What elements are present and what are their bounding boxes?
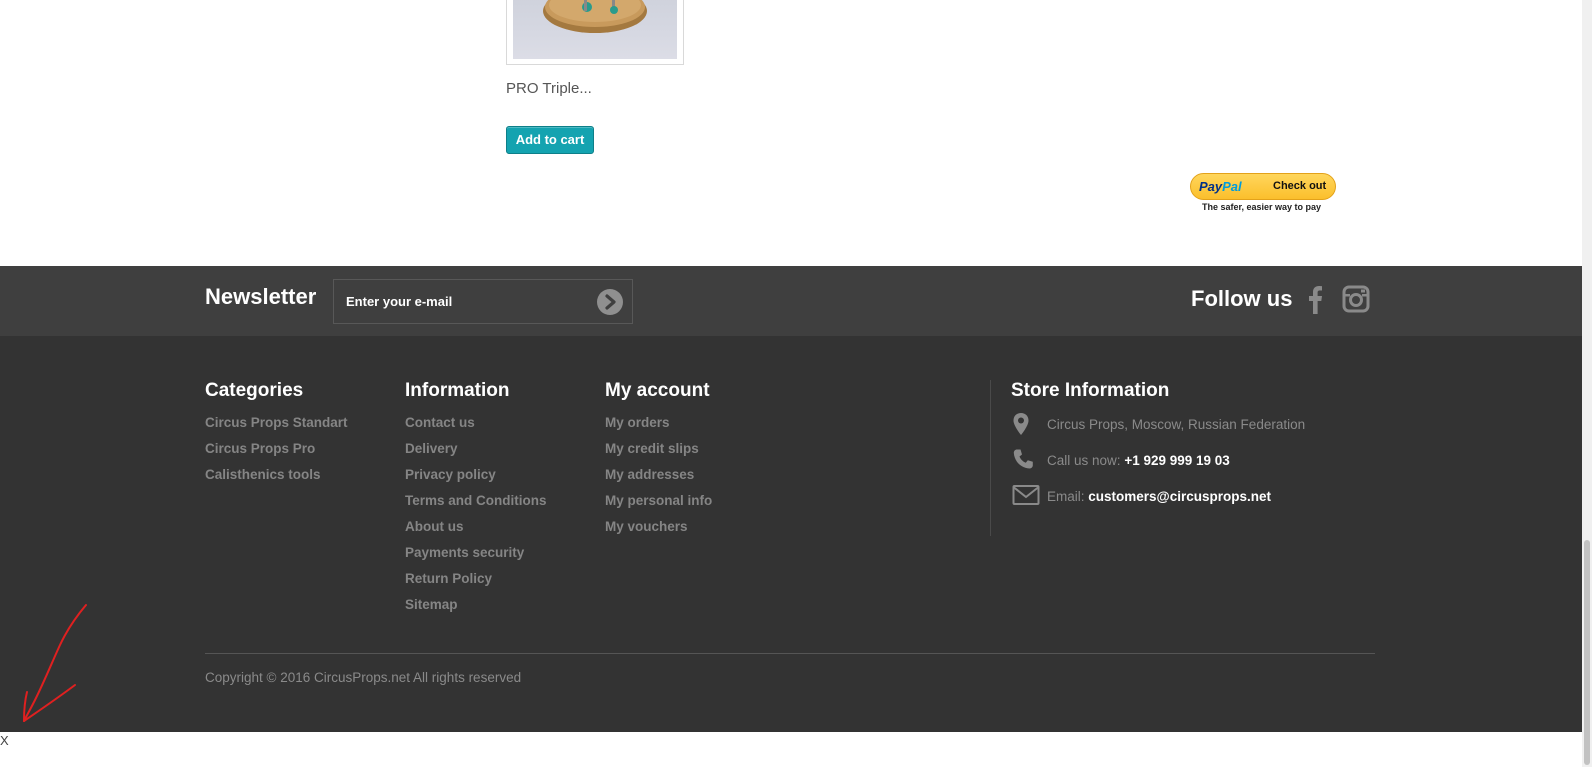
paypal-tagline: The safer, easier way to pay [1202,202,1322,212]
red-arrow-annotation-icon [23,604,87,722]
information-link[interactable]: Privacy policy [405,466,547,492]
account-link[interactable]: My vouchers [605,518,712,544]
facebook-icon[interactable] [1305,284,1327,314]
paypal-button-body[interactable]: PayPal Check out [1190,173,1336,200]
footer-divider [205,653,1375,654]
product-thumbnail[interactable] [506,0,684,65]
product-name[interactable]: PRO Triple... [506,80,592,97]
phone-icon [1013,449,1033,469]
email-label: Email: customers@circusprops.net [1047,489,1271,504]
account-link[interactable]: My addresses [605,466,712,492]
store-address: Circus Props, Moscow, Russian Federation [1012,412,1352,438]
vertical-scrollbar[interactable] [1582,0,1592,767]
arrow-right-circle-icon [605,294,616,310]
scrollbar-thumb[interactable] [1584,540,1590,765]
add-to-cart-button[interactable]: Add to cart [506,126,594,154]
close-button[interactable]: X [0,733,9,748]
category-link[interactable]: Circus Props Pro [205,440,348,466]
site-footer: Categories Circus Props Standart Circus … [0,336,1582,732]
information-link[interactable]: Delivery [405,440,547,466]
my-account-list: My orders My credit slips My addresses M… [605,414,712,544]
category-link[interactable]: Calisthenics tools [205,466,348,492]
bottom-strip [0,732,1582,767]
phone-label: Call us now: +1 929 999 19 03 [1047,453,1230,468]
categories-title: Categories [205,380,304,401]
product-section: PRO Triple... Add to cart PayPal Check o… [0,0,1582,266]
information-link[interactable]: Payments security [405,544,547,570]
information-link[interactable]: Terms and Conditions [405,492,547,518]
category-link[interactable]: Circus Props Standart [205,414,348,440]
paypal-checkout-button[interactable]: PayPal Check out The safer, easier way t… [1190,173,1336,215]
store-divider [990,380,991,536]
follow-us-title: Follow us [1191,286,1293,311]
newsletter-submit-button[interactable] [597,289,623,315]
instagram-icon[interactable] [1342,285,1370,313]
account-link[interactable]: My personal info [605,492,712,518]
phone-number[interactable]: +1 929 999 19 03 [1124,453,1229,468]
information-link[interactable]: Contact us [405,414,547,440]
newsletter-bar: Newsletter Follow us [0,266,1582,336]
information-link[interactable]: About us [405,518,547,544]
product-image[interactable] [513,0,677,59]
store-address-text: Circus Props, Moscow, Russian Federation [1047,417,1306,432]
paypal-logo: PayPal [1199,179,1242,194]
information-link[interactable]: Return Policy [405,570,547,596]
account-link[interactable]: My orders [605,414,712,440]
store-phone: Call us now: +1 929 999 19 03 [1012,448,1352,474]
information-link[interactable]: Sitemap [405,596,547,622]
newsletter-email-input[interactable] [333,279,633,324]
information-title: Information [405,380,510,401]
newsletter-title: Newsletter [205,284,317,309]
envelope-icon [1012,485,1040,505]
email-link[interactable]: customers@circusprops.net [1088,489,1271,504]
map-marker-icon [1013,413,1029,435]
store-information-title: Store Information [1011,380,1170,401]
copyright-text: Copyright © 2016 CircusProps.net All rig… [205,670,522,685]
my-account-title: My account [605,380,710,401]
account-link[interactable]: My credit slips [605,440,712,466]
paypal-checkout-label: Check out [1273,180,1327,192]
information-list: Contact us Delivery Privacy policy Terms… [405,414,547,622]
categories-list: Circus Props Standart Circus Props Pro C… [205,414,348,492]
store-email: Email: customers@circusprops.net [1012,484,1352,510]
